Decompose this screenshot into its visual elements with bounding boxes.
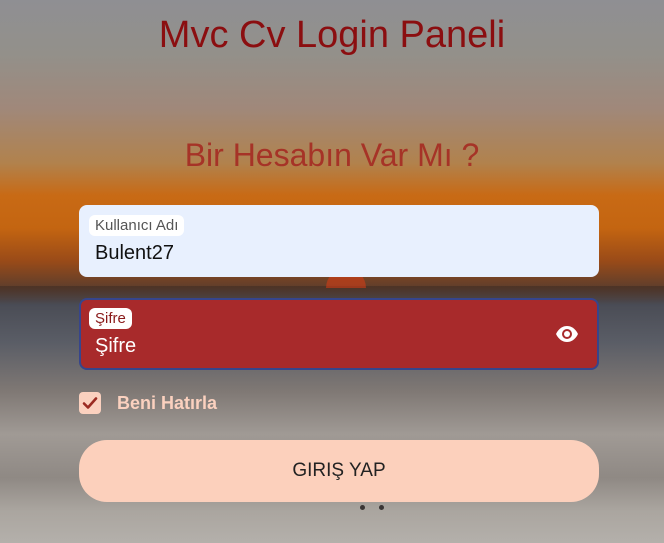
remember-label: Beni Hatırla bbox=[117, 392, 218, 413]
login-button[interactable]: GIRIŞ YAP bbox=[79, 440, 599, 502]
password-field[interactable]: Şifre Şifre bbox=[79, 298, 599, 370]
page-title: Mvc Cv Login Paneli bbox=[158, 14, 506, 56]
eye-icon[interactable] bbox=[555, 322, 579, 346]
dot bbox=[360, 505, 365, 510]
username-field[interactable]: Kullanıcı Adı bbox=[79, 205, 599, 277]
password-placeholder[interactable]: Şifre bbox=[95, 335, 515, 358]
checkmark-icon bbox=[82, 397, 98, 409]
username-label: Kullanıcı Adı bbox=[89, 215, 185, 236]
background-dots bbox=[360, 505, 384, 510]
username-input[interactable] bbox=[95, 242, 515, 265]
remember-checkbox[interactable] bbox=[79, 392, 101, 414]
remember-me[interactable]: Beni Hatırla bbox=[79, 392, 217, 414]
form-subtitle: Bir Hesabın Var Mı ? bbox=[184, 137, 480, 173]
password-label: Şifre bbox=[89, 308, 132, 329]
dot bbox=[379, 505, 384, 510]
